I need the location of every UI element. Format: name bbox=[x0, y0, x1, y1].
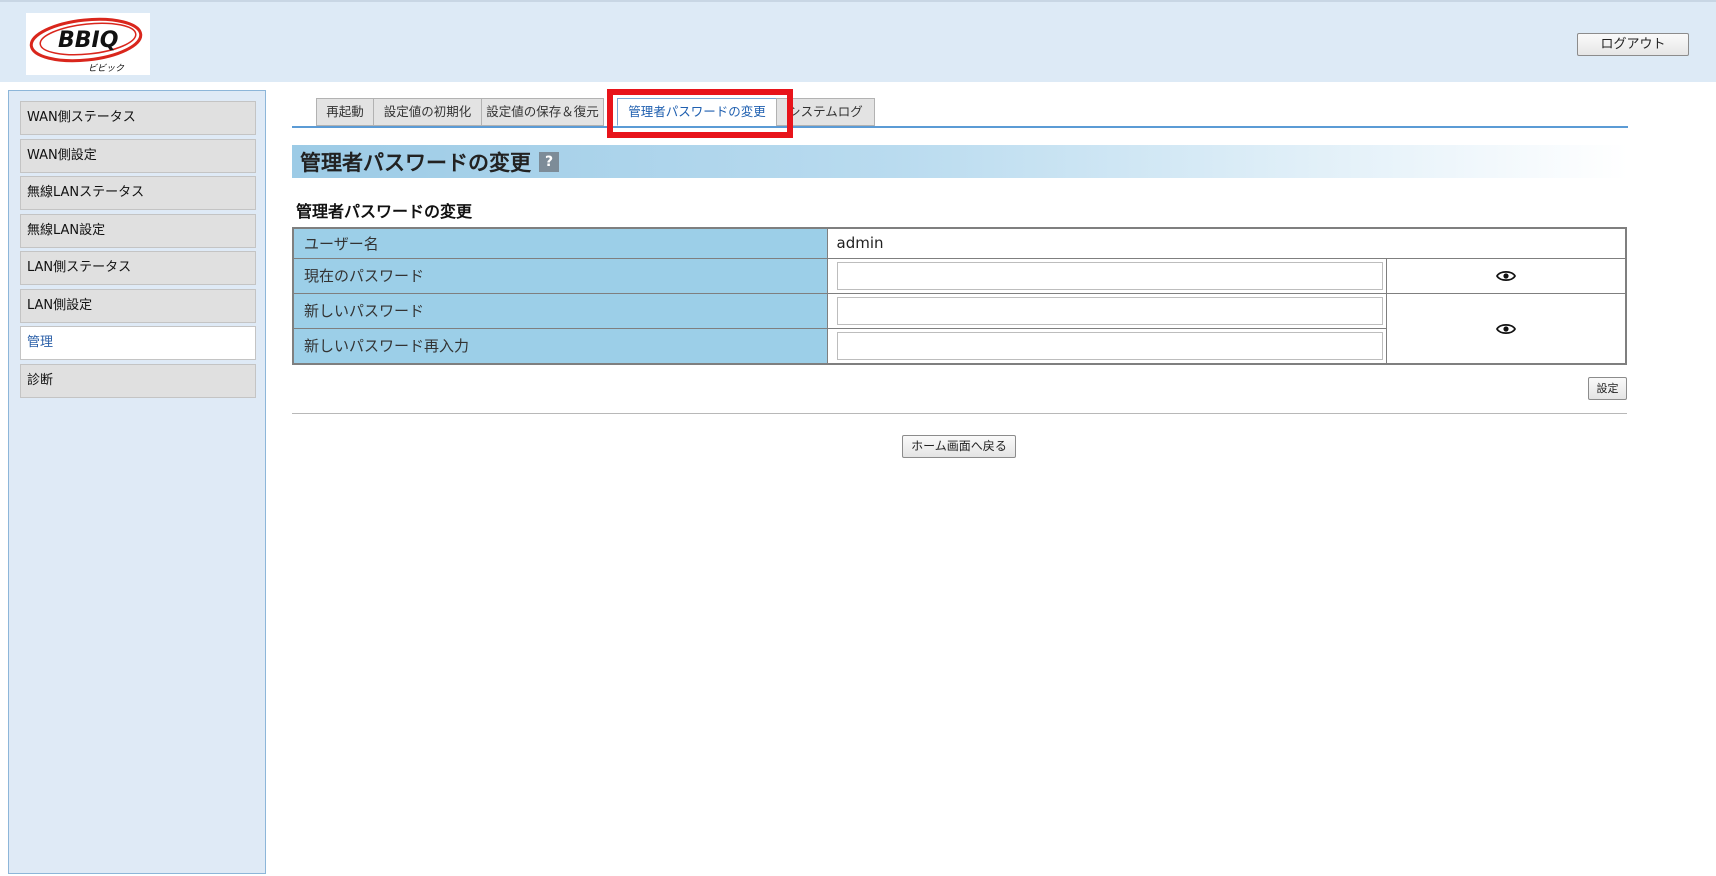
confirm-password-label: 新しいパスワード再入力 bbox=[292, 327, 828, 364]
sidebar-item-wireless-settings[interactable]: 無線LAN設定 bbox=[20, 214, 256, 248]
page-title: 管理者パスワードの変更 bbox=[300, 150, 531, 175]
sidebar: WAN側ステータス WAN側設定 無線LANステータス 無線LAN設定 LAN側… bbox=[8, 90, 266, 874]
eye-cell bbox=[1385, 292, 1627, 364]
new-password-label: 新しいパスワード bbox=[292, 292, 828, 329]
sidebar-item-wan-settings[interactable]: WAN側設定 bbox=[20, 139, 256, 173]
sidebar-item-management[interactable]: 管理 bbox=[20, 326, 256, 360]
sidebar-item-lan-settings[interactable]: LAN側設定 bbox=[20, 289, 256, 323]
table-row: 現在のパスワード bbox=[292, 257, 1627, 294]
help-icon[interactable]: ? bbox=[539, 151, 559, 172]
username-value: admin bbox=[826, 227, 1627, 259]
logo-subtext: ビビック bbox=[88, 63, 125, 74]
tab-restart[interactable]: 再起動 bbox=[316, 98, 374, 126]
logout-button[interactable]: ログアウト bbox=[1577, 33, 1689, 56]
tab-backup-restore[interactable]: 設定値の保存＆復元 bbox=[481, 98, 604, 126]
tab-admin-password[interactable]: 管理者パスワードの変更 bbox=[617, 98, 777, 126]
current-password-cell bbox=[826, 257, 1387, 294]
confirm-password-cell bbox=[826, 327, 1387, 364]
divider bbox=[292, 413, 1627, 414]
new-password-input[interactable] bbox=[836, 296, 1383, 325]
table-row: 新しいパスワード bbox=[292, 292, 1627, 364]
new-password-cell bbox=[826, 292, 1387, 329]
tab-underline bbox=[292, 126, 1628, 128]
sidebar-item-wan-status[interactable]: WAN側ステータス bbox=[20, 101, 256, 135]
page-heading: 管理者パスワードの変更 ? bbox=[292, 145, 1628, 178]
current-password-input[interactable] bbox=[836, 261, 1383, 290]
set-button[interactable]: 設定 bbox=[1588, 377, 1627, 400]
sidebar-item-lan-status[interactable]: LAN側ステータス bbox=[20, 251, 256, 285]
table-row: ユーザー名 admin bbox=[292, 227, 1627, 259]
sidebar-item-diagnostics[interactable]: 診断 bbox=[20, 364, 256, 398]
bbiq-logo-icon: BBIQ ビビック bbox=[26, 13, 150, 75]
eye-icon[interactable] bbox=[1495, 269, 1516, 283]
logo-text: BBIQ bbox=[58, 28, 118, 53]
confirm-password-input[interactable] bbox=[836, 331, 1383, 360]
sidebar-item-wireless-status[interactable]: 無線LANステータス bbox=[20, 176, 256, 210]
home-button[interactable]: ホーム画面へ戻る bbox=[902, 435, 1016, 458]
tab-system-log[interactable]: システムログ bbox=[776, 98, 875, 126]
password-form-table: ユーザー名 admin 現在のパスワード 新しいパスワード 新しいパスワード再入… bbox=[292, 227, 1627, 365]
section-title: 管理者パスワードの変更 bbox=[296, 202, 473, 221]
eye-icon[interactable] bbox=[1495, 322, 1516, 336]
username-label: ユーザー名 bbox=[292, 227, 828, 259]
eye-cell bbox=[1385, 257, 1627, 294]
tab-factory-reset[interactable]: 設定値の初期化 bbox=[373, 98, 482, 126]
header: BBIQ ビビック ログアウト bbox=[0, 0, 1716, 82]
current-password-label: 現在のパスワード bbox=[292, 257, 828, 294]
